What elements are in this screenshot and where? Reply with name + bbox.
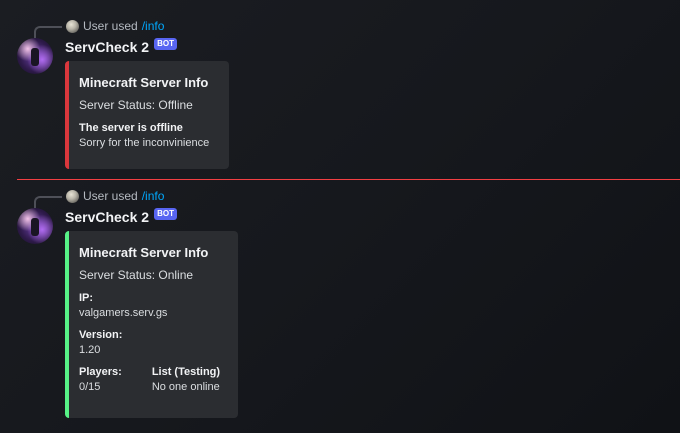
embed-inline-fields: Players: 0/15 List (Testing) No one onli… [79,366,226,393]
embed-field-version: Version: 1.20 [79,329,226,356]
field-value: 0/15 [79,381,101,393]
embed-field-players: Players: 0/15 [79,366,122,393]
reply-prefix[interactable]: User used [83,189,138,203]
reply-command[interactable]: /info [142,19,165,33]
field-name: List (Testing) [151,366,221,378]
field-value: Sorry for the inconvinience [79,137,210,149]
new-messages-divider [17,179,680,180]
embed-card: Minecraft Server Info Server Status: Onl… [65,231,238,418]
embed-field-list: List (Testing) No one online [152,366,220,393]
field-value: No one online [151,381,220,393]
bot-avatar-icon[interactable] [17,38,53,74]
author-name[interactable]: ServCheck 2 [65,39,149,55]
message-header: ServCheck 2 BOT [65,208,177,225]
reply-context[interactable]: User used /info [66,18,164,34]
bot-badge: BOT [154,38,177,50]
embed-description: Server Status: Online [79,268,194,282]
message-header: ServCheck 2 BOT [65,38,177,55]
field-value: 1.20 [79,344,101,356]
embed-title: Minecraft Server Info [79,75,209,90]
bot-badge: BOT [154,208,177,220]
field-name: IP: [79,292,94,304]
author-name[interactable]: ServCheck 2 [65,209,149,225]
user-avatar-icon[interactable] [66,19,79,33]
field-name: Version: [79,329,123,341]
field-name: The server is offline [79,122,183,134]
embed-description: Server Status: Offline [79,98,193,112]
bot-avatar-icon[interactable] [17,208,53,244]
field-value: valgamers.serv.gs [79,307,168,319]
field-name: Players: [79,366,122,378]
embed-field-ip: IP: valgamers.serv.gs [79,292,226,319]
reply-command[interactable]: /info [142,189,165,203]
reply-prefix[interactable]: User used [83,19,138,33]
reply-context[interactable]: User used /info [66,188,164,204]
user-avatar-icon[interactable] [66,189,79,203]
embed-field: The server is offline Sorry for the inco… [79,122,217,149]
embed-card: Minecraft Server Info Server Status: Off… [65,61,229,169]
embed-title: Minecraft Server Info [79,245,209,260]
